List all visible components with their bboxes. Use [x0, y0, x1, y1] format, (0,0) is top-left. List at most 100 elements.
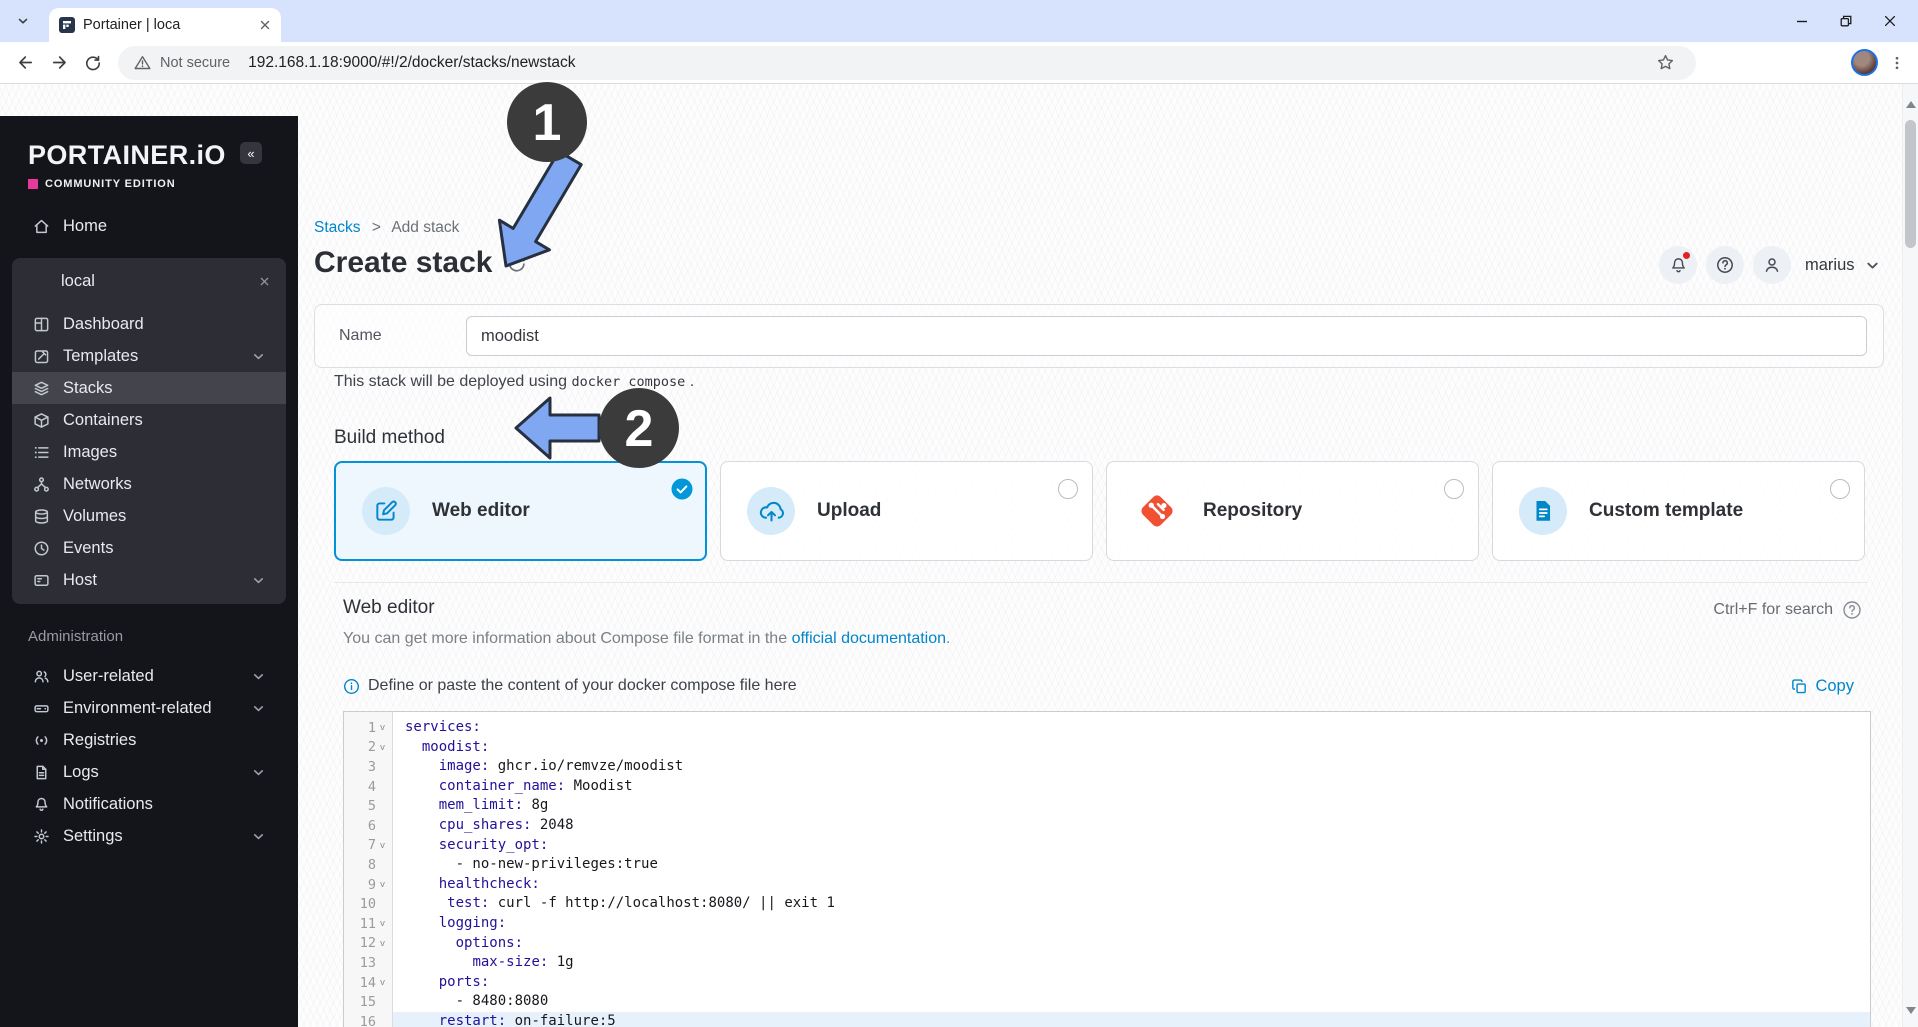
- refresh-icon[interactable]: [506, 253, 527, 274]
- build-method-upload[interactable]: Upload: [720, 461, 1093, 561]
- code-line[interactable]: security_opt:: [393, 836, 1870, 856]
- sidebar-item-notifications[interactable]: Notifications: [12, 788, 286, 820]
- sidebar-collapse-button[interactable]: «: [240, 142, 262, 164]
- radio-button[interactable]: [1058, 479, 1078, 499]
- browser-tab[interactable]: Portainer | loca: [49, 8, 281, 42]
- home-icon: [33, 218, 50, 235]
- window-minimize-button[interactable]: [1780, 0, 1824, 42]
- code-line[interactable]: container_name: Moodist: [393, 777, 1870, 797]
- code-line[interactable]: ports:: [393, 973, 1870, 993]
- sidebar-item-volumes[interactable]: Volumes: [12, 500, 286, 532]
- section-divider: [334, 582, 1868, 583]
- bookmark-star-icon[interactable]: [1650, 48, 1680, 78]
- fold-arrow-icon[interactable]: v: [376, 840, 389, 851]
- sidebar-item-host[interactable]: Host: [12, 564, 286, 596]
- browser-profile-avatar[interactable]: [1851, 49, 1878, 76]
- chevron-down-icon[interactable]: [1864, 257, 1881, 274]
- forward-button[interactable]: [42, 46, 76, 80]
- compose-info-text: You can get more information about Compo…: [343, 630, 950, 648]
- code-line[interactable]: image: ghcr.io/remvze/moodist: [393, 757, 1870, 777]
- editor-gutter: 1 v 2 v 3 4 5 6 7 v 8 9 v 10 11 v 12 v 13 14 v 15 16: [344, 712, 393, 1027]
- build-method-custom-template[interactable]: Custom template: [1492, 461, 1865, 561]
- sidebar-item-containers[interactable]: Containers: [12, 404, 286, 436]
- window-close-button[interactable]: [1868, 0, 1912, 42]
- sidebar-item-home[interactable]: Home: [12, 210, 286, 242]
- edition-text: COMMUNITY EDITION: [45, 178, 176, 190]
- tab-search-button[interactable]: [12, 10, 34, 32]
- scrollbar-up-arrow-icon[interactable]: [1906, 96, 1916, 108]
- help-button[interactable]: [1706, 246, 1744, 284]
- host-icon: [33, 572, 50, 589]
- official-documentation-link[interactable]: official documentation: [792, 630, 946, 647]
- fold-arrow-icon[interactable]: v: [376, 977, 389, 988]
- url-bar[interactable]: Not secure 192.168.1.18:9000/#!/2/docker…: [118, 45, 1696, 80]
- line-number: 12: [359, 935, 376, 952]
- stack-name-input[interactable]: [466, 316, 1867, 356]
- window-restore-button[interactable]: [1824, 0, 1868, 42]
- sidebar-item-settings[interactable]: Settings: [12, 820, 286, 852]
- networks-icon: [33, 476, 50, 493]
- fold-arrow-icon[interactable]: v: [376, 938, 389, 949]
- code-line[interactable]: test: curl -f http://localhost:8080/ || …: [393, 894, 1870, 914]
- yaml-key: test:: [447, 895, 490, 912]
- notifications-bell-button[interactable]: [1659, 246, 1697, 284]
- build-method-repository[interactable]: Repository: [1106, 461, 1479, 561]
- sidebar-item-logs[interactable]: Logs: [12, 756, 286, 788]
- fold-arrow-icon[interactable]: v: [376, 879, 389, 890]
- breadcrumb-stacks-link[interactable]: Stacks: [314, 219, 361, 236]
- info-icon: [343, 678, 360, 694]
- sidebar-item-stacks[interactable]: Stacks: [12, 372, 286, 404]
- code-line[interactable]: - no-new-privileges:true: [393, 855, 1870, 875]
- build-method-web-editor[interactable]: Web editor: [334, 461, 707, 561]
- page-scrollbar[interactable]: [1902, 84, 1918, 1027]
- sidebar-item-events[interactable]: Events: [12, 532, 286, 564]
- scrollbar-down-arrow-icon[interactable]: [1906, 1007, 1916, 1019]
- sidebar-item-environment-related[interactable]: Environment-related: [12, 692, 286, 724]
- environment-close-icon[interactable]: [259, 276, 270, 287]
- editor-code-area[interactable]: services: moodist: image: ghcr.io/remvze…: [393, 712, 1870, 1027]
- browser-menu-icon[interactable]: [1882, 48, 1912, 78]
- user-menu-button[interactable]: [1753, 246, 1791, 284]
- window-controls: [1780, 0, 1912, 42]
- deploy-note-code: docker compose: [571, 374, 686, 390]
- reload-button[interactable]: [76, 46, 110, 80]
- fold-arrow-icon[interactable]: v: [376, 742, 389, 753]
- radio-button[interactable]: [1830, 479, 1850, 499]
- question-icon[interactable]: [1842, 600, 1862, 620]
- radio-button[interactable]: [1444, 479, 1464, 499]
- custom-template-icon: [1519, 487, 1567, 535]
- compose-code-editor[interactable]: 1 v 2 v 3 4 5 6 7 v 8 9 v 10 11 v 12 v 13 14 v 15 16 services:…: [343, 711, 1871, 1027]
- code-line[interactable]: options:: [393, 934, 1870, 954]
- code-line[interactable]: restart: on-failure:5: [393, 1011, 1870, 1027]
- gutter-line: 1v: [344, 718, 392, 738]
- code-line[interactable]: logging:: [393, 914, 1870, 934]
- sidebar-item-dashboard[interactable]: Dashboard: [12, 308, 286, 340]
- scrollbar-thumb[interactable]: [1905, 120, 1916, 248]
- code-line[interactable]: max-size: 1g: [393, 953, 1870, 973]
- code-line[interactable]: cpu_shares: 2048: [393, 816, 1870, 836]
- sidebar-item-user-related[interactable]: User-related: [12, 660, 286, 692]
- line-number: 3: [367, 758, 376, 775]
- code-line[interactable]: moodist:: [393, 738, 1870, 758]
- sidebar-item-templates[interactable]: Templates: [12, 340, 286, 372]
- environment-header[interactable]: local: [12, 266, 286, 296]
- fold-arrow-icon[interactable]: v: [376, 918, 389, 929]
- back-button[interactable]: [8, 46, 42, 80]
- code-line[interactable]: - 8480:8080: [393, 992, 1870, 1012]
- sidebar-item-registries[interactable]: Registries: [12, 724, 286, 756]
- code-line[interactable]: mem_limit: 8g: [393, 796, 1870, 816]
- tab-close-icon[interactable]: [259, 19, 271, 31]
- gutter-line: 6: [344, 816, 392, 836]
- sidebar-item-networks[interactable]: Networks: [12, 468, 286, 500]
- copy-button[interactable]: Copy: [1791, 677, 1854, 696]
- warning-triangle-icon: [134, 55, 151, 70]
- code-line[interactable]: healthcheck:: [393, 875, 1870, 895]
- code-line[interactable]: services:: [393, 718, 1870, 738]
- sidebar-item-label: Containers: [63, 410, 143, 429]
- gutter-line: 8: [344, 855, 392, 875]
- users-icon: [33, 668, 50, 685]
- gutter-line: 16: [344, 1012, 392, 1027]
- sidebar-item-images[interactable]: Images: [12, 436, 286, 468]
- fold-arrow-icon[interactable]: v: [376, 722, 389, 733]
- upload-icon: [747, 487, 795, 535]
